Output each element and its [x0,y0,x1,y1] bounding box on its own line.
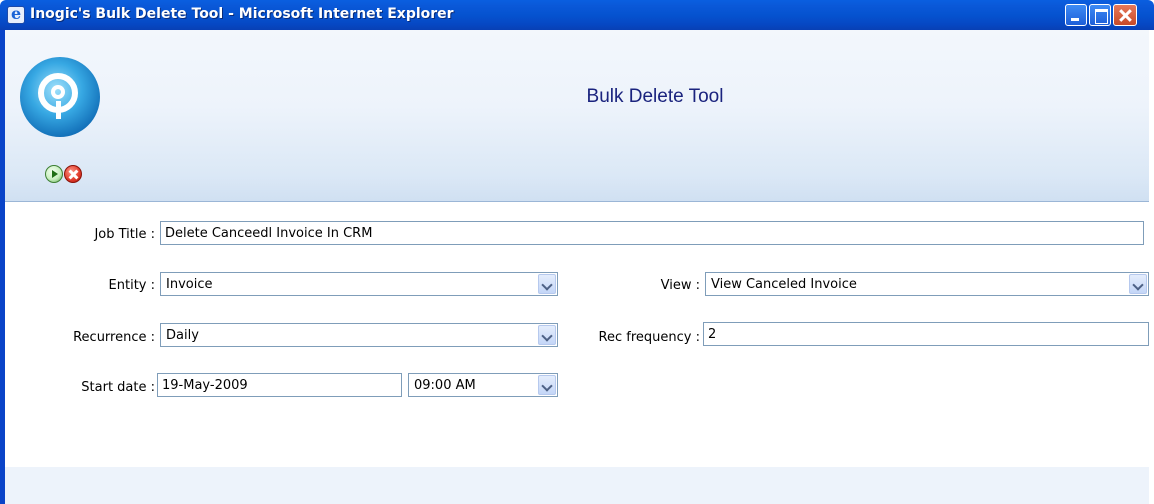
rec-frequency-input[interactable]: 2 [703,322,1149,346]
job-title-input[interactable]: Delete Canceedl Invoice In CRM [160,221,1144,245]
window-title-bar[interactable]: Inogic's Bulk Delete Tool - Microsoft In… [0,0,1154,30]
job-title-label: Job Title : [94,227,155,242]
start-date-input[interactable]: 19-May-2009 [157,373,402,397]
cancel-icon[interactable] [64,165,82,183]
rec-frequency-label: Rec frequency : [598,330,700,345]
view-select[interactable]: View Canceled Invoice [705,272,1149,296]
chevron-down-icon[interactable] [1129,274,1147,294]
entity-label: Entity : [108,278,155,293]
start-date-label: Start date : [81,380,155,395]
close-button[interactable] [1113,4,1137,26]
entity-select-value: Invoice [166,277,213,292]
logo-stem [56,101,61,119]
run-icon[interactable] [45,165,63,183]
start-time-select-value: 09:00 AM [414,378,476,393]
minimize-button[interactable] [1065,4,1087,26]
recurrence-select[interactable]: Daily [160,323,558,347]
view-label: View : [660,278,700,293]
page-header: Bulk Delete Tool [5,30,1149,202]
recurrence-label: Recurrence : [73,330,155,345]
recurrence-select-value: Daily [166,328,199,343]
chevron-down-icon[interactable] [538,375,556,395]
maximize-button[interactable] [1089,4,1111,26]
window-frame-right [1149,30,1154,504]
chevron-down-icon[interactable] [538,325,556,345]
entity-select[interactable]: Invoice [160,272,558,296]
inogic-logo [20,57,100,137]
chevron-down-icon[interactable] [538,274,556,294]
bulk-delete-form: Job Title : Delete Canceedl Invoice In C… [5,202,1149,467]
footer-band [5,467,1149,504]
page-title: Bulk Delete Tool [586,86,724,107]
logo-core [51,85,65,99]
internet-explorer-icon [7,4,25,24]
view-select-value: View Canceled Invoice [711,277,857,292]
window-title: Inogic's Bulk Delete Tool - Microsoft In… [30,6,454,22]
start-time-select[interactable]: 09:00 AM [408,373,558,397]
